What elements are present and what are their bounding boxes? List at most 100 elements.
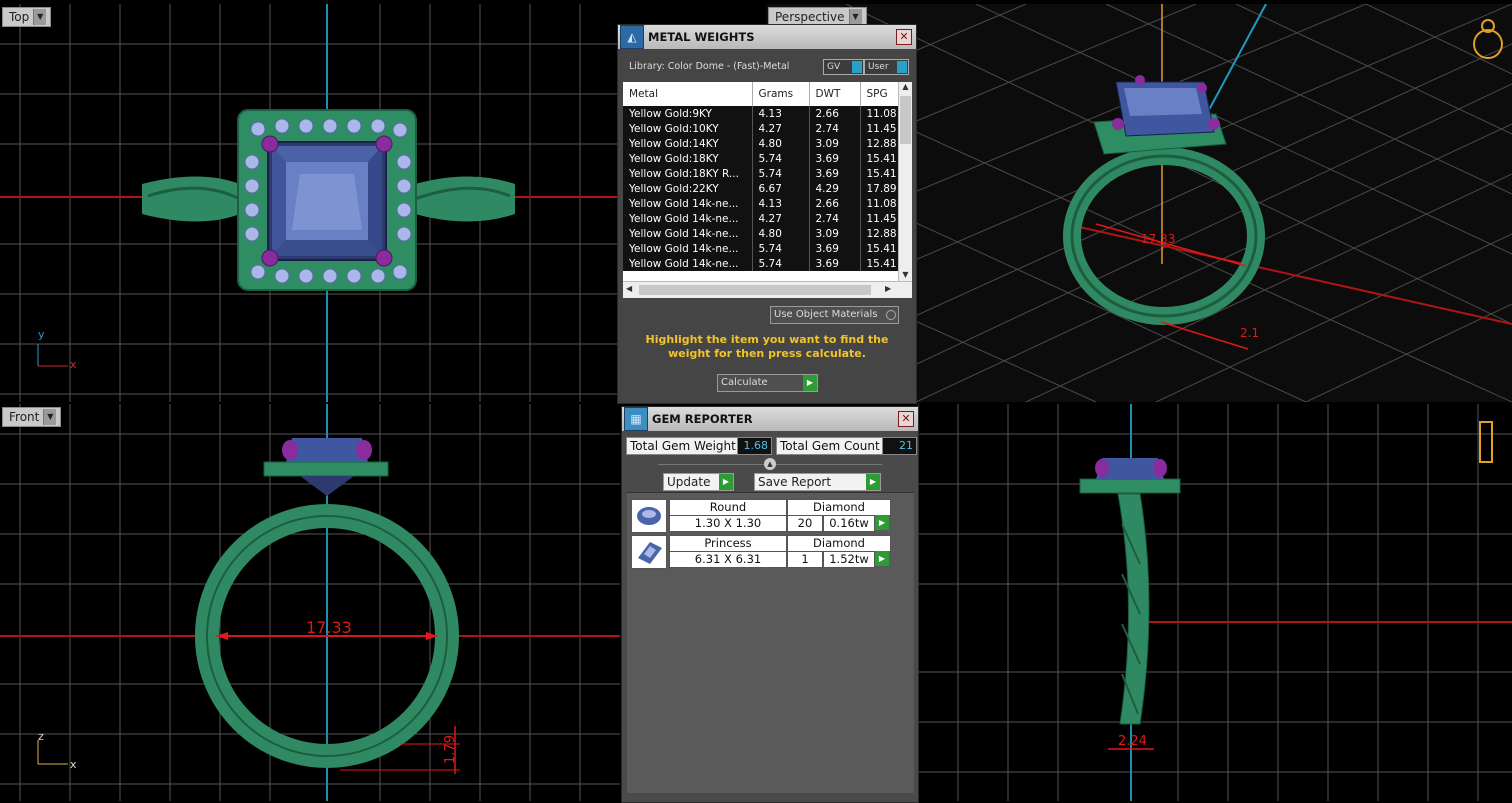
metal-table-header: Metal Grams DWT SPG: [623, 82, 900, 106]
table-row[interactable]: Yellow Gold:9KY 4.13 2.66 11.08: [623, 106, 900, 121]
gem-reporter-app-icon: ▦: [624, 407, 648, 431]
table-row[interactable]: Yellow Gold:14KY 4.80 3.09 12.88: [623, 136, 900, 151]
gv-toggle[interactable]: GV: [823, 59, 864, 75]
spg-cell: 11.08: [860, 106, 900, 121]
collapse-icon[interactable]: ▲: [764, 458, 776, 470]
viewport-label-front-text: Front: [9, 410, 40, 424]
perspective-dimension-diameter: 17.33: [1141, 232, 1176, 246]
scrollbar-thumb[interactable]: [900, 96, 911, 144]
dwt-cell: 3.69: [809, 241, 861, 256]
gem-reporter-panel[interactable]: ▦ GEM REPORTER ✕ Total Gem Weight 1.68 T…: [621, 406, 919, 803]
close-icon[interactable]: ✕: [896, 29, 912, 45]
table-row[interactable]: Yellow Gold:18KY 5.74 3.69 15.41: [623, 151, 900, 166]
vertical-scrollbar[interactable]: ▲ ▼: [898, 82, 912, 282]
metal-table-container[interactable]: Metal Grams DWT SPG Yellow Gold:9KY 4.13 2…: [623, 82, 912, 298]
horizontal-scrollbar[interactable]: ◀ ▶: [623, 281, 912, 298]
metal-cell: Yellow Gold:14KY: [623, 136, 753, 151]
metal-weights-app-icon: ◭: [620, 25, 644, 49]
grams-cell: 4.13: [752, 106, 810, 121]
table-row[interactable]: Yellow Gold:10KY 4.27 2.74 11.45: [623, 121, 900, 136]
right-viewport[interactable]: 2.24: [918, 404, 1512, 801]
library-label: Library: Color Dome - (Fast)-Metal: [629, 61, 790, 72]
gem-shape-cell: Round: [669, 499, 787, 516]
scroll-left-icon[interactable]: ◀: [626, 284, 632, 293]
save-report-button[interactable]: Save Report ▶: [754, 473, 881, 491]
column-header-metal[interactable]: Metal: [623, 82, 753, 106]
spg-cell: 12.88: [860, 226, 900, 241]
column-header-grams[interactable]: Grams: [752, 82, 810, 106]
viewport-label-top-text: Top: [9, 10, 30, 24]
column-header-dwt[interactable]: DWT: [809, 82, 861, 106]
play-icon: ▶: [866, 474, 880, 490]
grams-cell: 4.80: [752, 136, 810, 151]
front-viewport[interactable]: Front ▼ 17.33 1.79 z x: [0, 404, 620, 801]
gem-count-cell: 1: [787, 551, 823, 568]
dwt-cell: 3.69: [809, 151, 861, 166]
front-dimension-height: 1.79: [442, 735, 458, 764]
gem-detail-play-icon[interactable]: ▶: [875, 551, 889, 566]
gem-material-cell: Diamond: [787, 499, 891, 516]
grams-cell: 4.27: [752, 121, 810, 136]
gem-weight-cell: 0.16tw: [823, 515, 875, 532]
round-gem-icon: [631, 499, 667, 533]
scroll-up-icon[interactable]: ▲: [899, 82, 912, 94]
dropdown-arrow-icon[interactable]: ▼: [33, 9, 47, 25]
grams-cell: 4.80: [752, 226, 810, 241]
gem-shape-cell: Princess: [669, 535, 787, 552]
grams-cell: 5.74: [752, 256, 810, 271]
play-icon: ▶: [803, 375, 817, 391]
table-row[interactable]: Yellow Gold 14k-ne... 5.74 3.69 15.41: [623, 256, 900, 271]
spg-cell: 17.89: [860, 181, 900, 196]
right-dimension-width: 2.24: [1118, 734, 1147, 749]
gem-detail-play-icon[interactable]: ▶: [875, 515, 889, 530]
grams-cell: 5.74: [752, 151, 810, 166]
table-row[interactable]: Yellow Gold:22KY 6.67 4.29 17.89: [623, 181, 900, 196]
metal-cell: Yellow Gold:18KY R...: [623, 166, 753, 181]
dropdown-arrow-icon[interactable]: ▼: [848, 9, 862, 25]
column-header-spg[interactable]: SPG: [860, 82, 900, 106]
metal-cell: Yellow Gold:18KY: [623, 151, 753, 166]
metal-weights-title: METAL WEIGHTS: [648, 30, 755, 44]
total-gem-weight-label: Total Gem Weight: [626, 437, 740, 455]
spg-cell: 15.41: [860, 241, 900, 256]
top-viewport[interactable]: Top ▼ y x: [0, 4, 617, 402]
gem-weight-cell: 1.52tw: [823, 551, 875, 568]
table-row[interactable]: Yellow Gold:18KY R... 5.74 3.69 15.41: [623, 166, 900, 181]
list-item[interactable]: Round Diamond 1.30 X 1.30 20 0.16tw ▶: [631, 499, 891, 533]
metal-cell: Yellow Gold:10KY: [623, 121, 753, 136]
front-dimension-diameter: 17.33: [306, 618, 352, 637]
spg-cell: 11.45: [860, 211, 900, 226]
viewport-label-front[interactable]: Front ▼: [2, 407, 62, 427]
user-toggle[interactable]: User: [864, 59, 909, 75]
dropdown-arrow-icon[interactable]: ▼: [43, 409, 57, 425]
front-grid: [0, 404, 620, 801]
dwt-cell: 2.74: [809, 121, 861, 136]
gem-totals-row: Total Gem Weight 1.68 Total Gem Count 21: [626, 437, 917, 455]
horizontal-scrollbar-thumb[interactable]: [639, 285, 871, 295]
list-item[interactable]: Princess Diamond 6.31 X 6.31 1 1.52tw ▶: [631, 535, 891, 569]
table-row[interactable]: Yellow Gold 14k-ne... 4.13 2.66 11.08: [623, 196, 900, 211]
update-button[interactable]: Update ▶: [663, 473, 734, 491]
viewport-label-top[interactable]: Top ▼: [2, 7, 52, 27]
table-row[interactable]: Yellow Gold 14k-ne... 5.74 3.69 15.41: [623, 241, 900, 256]
use-object-materials-button[interactable]: Use Object Materials: [770, 306, 899, 324]
dwt-cell: 4.29: [809, 181, 861, 196]
metal-weights-panel[interactable]: ◭ METAL WEIGHTS ✕ Library: Color Dome - …: [617, 24, 917, 404]
dwt-cell: 3.69: [809, 256, 861, 271]
grams-cell: 5.74: [752, 241, 810, 256]
use-object-materials-label: Use Object Materials: [774, 309, 878, 320]
close-icon[interactable]: ✕: [898, 411, 914, 427]
table-row[interactable]: Yellow Gold 14k-ne... 4.27 2.74 11.45: [623, 211, 900, 226]
table-row[interactable]: Yellow Gold 14k-ne... 4.80 3.09 12.88: [623, 226, 900, 241]
metal-weights-titlebar[interactable]: ◭ METAL WEIGHTS ✕: [618, 25, 916, 49]
gem-list[interactable]: Round Diamond 1.30 X 1.30 20 0.16tw ▶ Pr…: [627, 492, 914, 793]
total-gem-count-label: Total Gem Count: [776, 437, 884, 455]
perspective-dimension-small: 2.1: [1240, 326, 1260, 340]
gem-reporter-titlebar[interactable]: ▦ GEM REPORTER ✕: [622, 407, 918, 431]
total-gem-count-value: 21: [882, 437, 917, 455]
calculate-label: Calculate: [721, 377, 768, 388]
user-label: User: [868, 62, 889, 72]
scroll-right-icon[interactable]: ▶: [885, 284, 891, 293]
grams-cell: 4.27: [752, 211, 810, 226]
calculate-button[interactable]: Calculate ▶: [717, 374, 818, 392]
